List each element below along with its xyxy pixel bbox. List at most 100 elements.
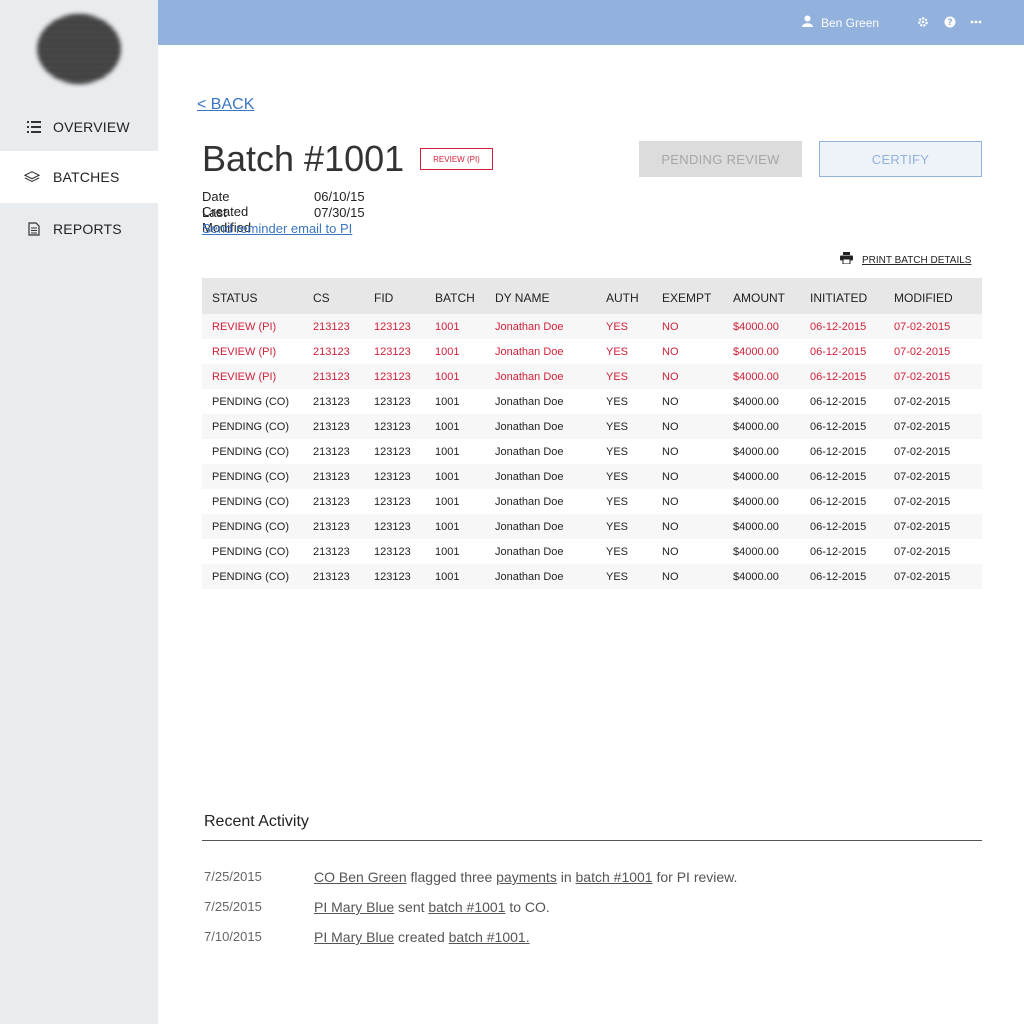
exempt-cell: NO [662,395,679,408]
table-row[interactable]: PENDING (CO) 213123 123123 1001 Jonathan Doe… [202,514,982,539]
table-row[interactable]: REVIEW (PI) 213123 123123 1001 Jonathan Doe Y… [202,314,982,339]
batch-link[interactable]: batch #1001. [449,929,530,945]
batch-cell: 1001 [435,345,460,358]
send-reminder-link[interactable]: Send reminder email to PI [202,221,352,236]
actor-link[interactable]: PI Mary Blue [314,899,394,915]
gear-icon[interactable] [916,14,930,30]
status-cell: REVIEW (PI) [212,345,277,358]
cs-cell: 213123 [313,420,350,433]
exempt-cell: NO [662,545,679,558]
column-header[interactable]: AMOUNT [733,278,810,314]
modified-cell: 07-02-2015 [894,420,951,433]
activity-fragment: for PI review. [652,869,738,885]
auth-cell: YES [606,345,629,358]
column-header[interactable]: FID [374,278,435,314]
table-row[interactable]: PENDING (CO) 213123 123123 1001 Jonathan Doe… [202,389,982,414]
initiated-cell: 06-12-2015 [810,545,867,558]
modified-cell: 07-02-2015 [894,470,951,483]
status-cell: PENDING (CO) [212,570,289,583]
amount-cell: $4000.00 [733,370,779,383]
help-icon[interactable]: ? [943,14,957,30]
pending-review-button[interactable]: PENDING REVIEW [639,141,802,177]
activity-fragment: sent [394,899,429,915]
auth-cell: YES [606,420,629,433]
document-icon [26,221,42,237]
batch-cell: 1001 [435,420,460,433]
status-cell: PENDING (CO) [212,545,289,558]
table-row[interactable]: REVIEW (PI) 213123 123123 1001 Jonathan Doe Y… [202,364,982,389]
list-icon [26,119,42,135]
status-cell: REVIEW (PI) [212,370,277,383]
modified-cell: 07-02-2015 [894,495,951,508]
sidebar-item-overview[interactable]: OVERVIEW [0,101,158,153]
sidebar-item-reports[interactable]: REPORTS [0,203,158,255]
amount-cell: $4000.00 [733,420,779,433]
actor-link[interactable]: PI Mary Blue [314,929,394,945]
auth-cell: YES [606,370,629,383]
exempt-cell: NO [662,320,679,333]
sidebar-item-batches[interactable]: BATCHES [0,151,158,203]
certify-button[interactable]: CERTIFY [819,141,982,177]
column-header[interactable]: INITIATED [810,278,894,314]
column-header[interactable]: STATUS [202,278,313,314]
column-header[interactable]: CS [313,278,374,314]
table-row[interactable]: PENDING (CO) 213123 123123 1001 Jonathan Doe… [202,464,982,489]
fid-cell: 123123 [374,520,411,533]
table-row[interactable]: REVIEW (PI) 213123 123123 1001 Jonathan Doe Y… [202,339,982,364]
actor-link[interactable]: CO Ben Green [314,869,407,885]
name-cell: Jonathan Doe [495,345,564,358]
modified-cell: 07-02-2015 [894,445,951,458]
auth-cell: YES [606,495,629,508]
amount-cell: $4000.00 [733,570,779,583]
fid-cell: 123123 [374,395,411,408]
cs-cell: 213123 [313,445,350,458]
batch-cell: 1001 [435,370,460,383]
batch-cell: 1001 [435,320,460,333]
amount-cell: $4000.00 [733,520,779,533]
table-row[interactable]: PENDING (CO) 213123 123123 1001 Jonathan Doe… [202,439,982,464]
fid-cell: 123123 [374,445,411,458]
cs-cell: 213123 [313,320,350,333]
fid-cell: 123123 [374,470,411,483]
name-cell: Jonathan Doe [495,420,564,433]
auth-cell: YES [606,570,629,583]
column-header[interactable]: DY NAME [495,278,606,314]
auth-cell: YES [606,320,629,333]
batch-link[interactable]: batch #1001 [428,899,505,915]
status-cell: PENDING (CO) [212,445,289,458]
batch-cell: 1001 [435,570,460,583]
column-header[interactable]: AUTH [606,278,662,314]
printer-icon [840,251,853,269]
sidebar-item-label: REPORTS [53,221,122,237]
more-icon[interactable] [969,14,983,30]
activity-date: 7/25/2015 [204,869,262,884]
exempt-cell: NO [662,420,679,433]
exempt-cell: NO [662,345,679,358]
sidebar: OVERVIEW BATCHES REPORTS [0,0,158,1024]
auth-cell: YES [606,470,629,483]
amount-cell: $4000.00 [733,345,779,358]
cs-cell: 213123 [313,520,350,533]
table-row[interactable]: PENDING (CO) 213123 123123 1001 Jonathan Doe… [202,414,982,439]
table-row[interactable]: PENDING (CO) 213123 123123 1001 Jonathan Doe… [202,539,982,564]
column-header[interactable]: EXEMPT [662,278,733,314]
column-header[interactable]: MODIFIED [894,278,982,314]
batch-cell: 1001 [435,445,460,458]
amount-cell: $4000.00 [733,320,779,333]
table-header-row: STATUS CS FID BATCH DY NAME AUTH EXEMPT … [202,278,982,314]
status-badge: REVIEW (PI) [420,148,493,170]
batch-link[interactable]: batch #1001 [576,869,653,885]
name-cell: Jonathan Doe [495,445,564,458]
divider [202,840,982,841]
back-link[interactable]: < BACK [197,96,254,114]
column-header[interactable]: BATCH [435,278,495,314]
initiated-cell: 06-12-2015 [810,395,867,408]
table-row[interactable]: PENDING (CO) 213123 123123 1001 Jonathan Doe… [202,489,982,514]
top-bar: Ben Green ? [158,0,1024,45]
user-icon [802,14,813,32]
table-row[interactable]: PENDING (CO) 213123 123123 1001 Jonathan Doe… [202,564,982,589]
user-menu[interactable]: Ben Green [802,14,879,32]
print-batch-details-button[interactable]: PRINT BATCH DETAILS [840,252,971,268]
print-label: PRINT BATCH DETAILS [862,254,972,266]
payments-link[interactable]: payments [496,869,557,885]
